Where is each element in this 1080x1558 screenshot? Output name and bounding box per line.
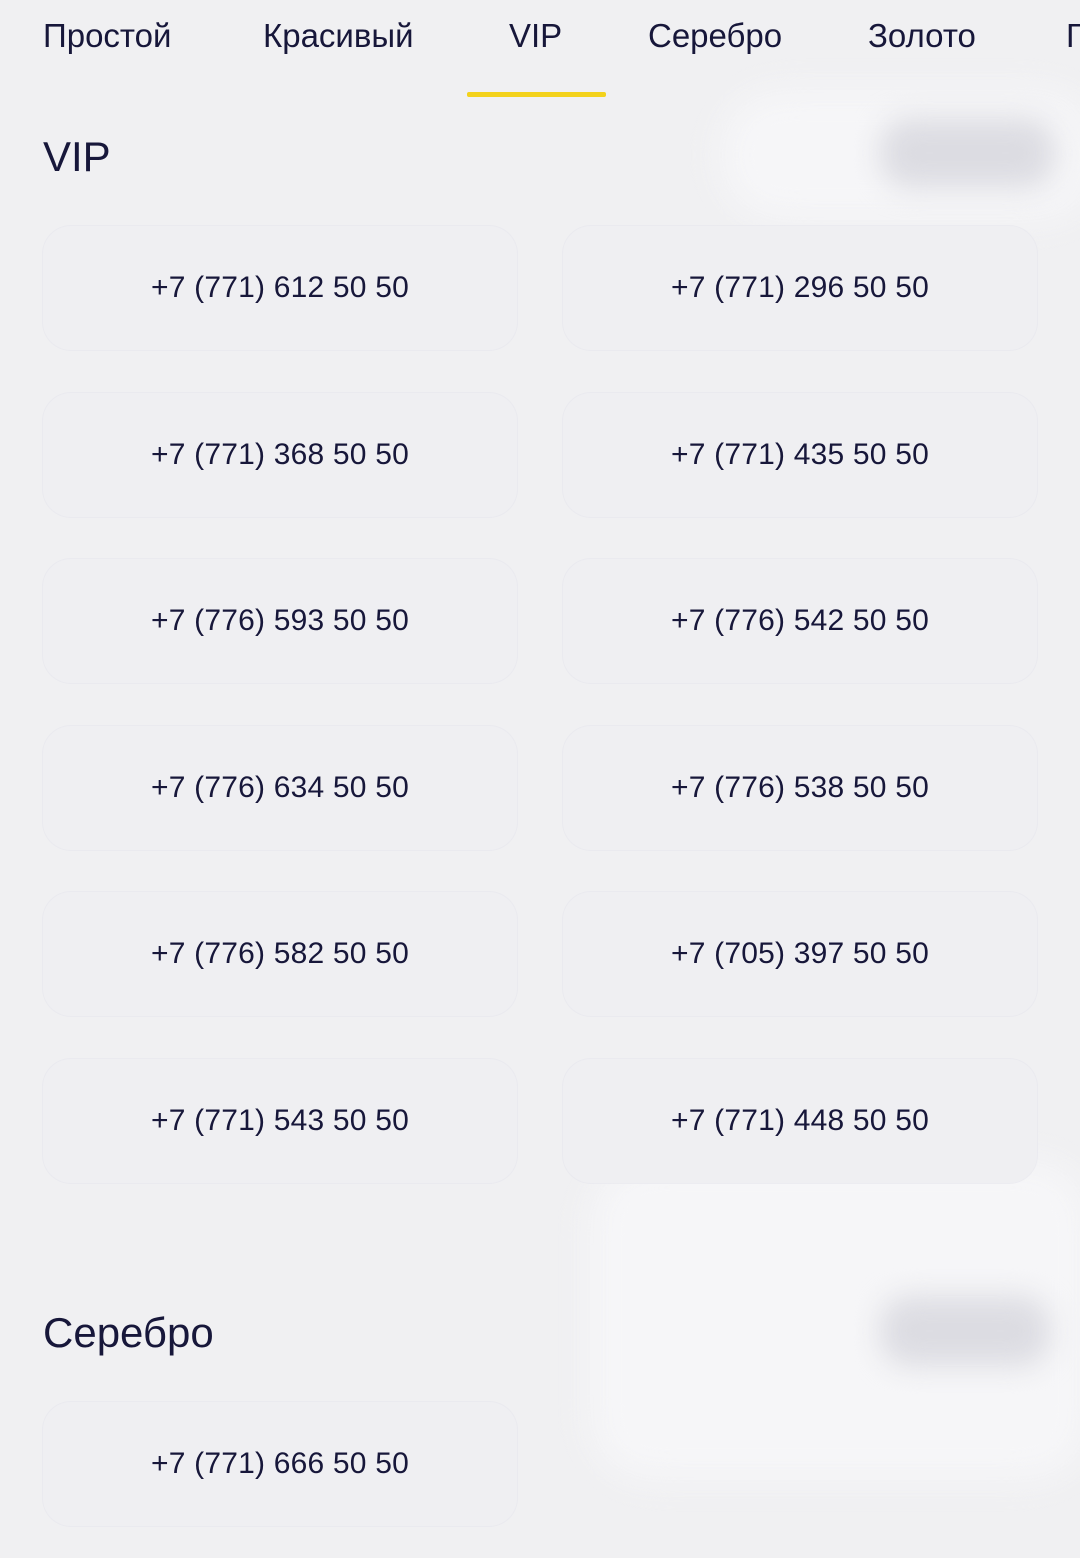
number-card[interactable]: +7 (776) 582 50 50 xyxy=(43,892,517,1016)
phone-number: +7 (776) 634 50 50 xyxy=(151,771,409,804)
blurred-price xyxy=(880,118,1055,188)
number-card[interactable]: +7 (771) 612 50 50 xyxy=(43,226,517,350)
tab-label: Простой xyxy=(43,17,172,54)
section-title-vip: VIP xyxy=(43,133,111,180)
tab-gold[interactable]: Золото xyxy=(868,14,976,98)
tab-label: Красивый xyxy=(263,17,414,54)
tab-bar: Простой Красивый VIP Серебро Золото Г xyxy=(0,0,1080,100)
tab-label: Серебро xyxy=(648,17,783,54)
section-title-silver: Серебро xyxy=(43,1309,214,1356)
tab-more[interactable]: Г xyxy=(1066,14,1080,98)
tab-silver[interactable]: Серебро xyxy=(648,14,782,98)
number-card[interactable]: +7 (771) 296 50 50 xyxy=(563,226,1037,350)
number-card[interactable]: +7 (771) 543 50 50 xyxy=(43,1059,517,1183)
number-card[interactable]: +7 (776) 634 50 50 xyxy=(43,726,517,850)
number-card[interactable]: +7 (776) 593 50 50 xyxy=(43,559,517,683)
tab-label: VIP xyxy=(509,17,563,54)
phone-number: +7 (771) 543 50 50 xyxy=(151,1104,409,1137)
number-card[interactable]: +7 (776) 538 50 50 xyxy=(563,726,1037,850)
phone-number: +7 (771) 666 50 50 xyxy=(151,1447,409,1480)
phone-number: +7 (771) 368 50 50 xyxy=(151,438,409,471)
tab-label: Г xyxy=(1066,17,1080,54)
phone-number: +7 (705) 397 50 50 xyxy=(671,937,929,970)
number-card[interactable]: +7 (776) 542 50 50 xyxy=(563,559,1037,683)
phone-number: +7 (776) 593 50 50 xyxy=(151,604,409,637)
phone-number: +7 (776) 538 50 50 xyxy=(671,771,929,804)
phone-number: +7 (771) 296 50 50 xyxy=(671,271,929,304)
blurred-price xyxy=(880,1296,1050,1366)
phone-number: +7 (771) 448 50 50 xyxy=(671,1104,929,1137)
tab-simple[interactable]: Простой xyxy=(43,14,171,98)
phone-number: +7 (771) 612 50 50 xyxy=(151,271,409,304)
number-card[interactable]: +7 (771) 435 50 50 xyxy=(563,393,1037,517)
tab-label: Золото xyxy=(868,17,976,54)
number-card[interactable]: +7 (771) 666 50 50 xyxy=(43,1402,517,1526)
number-card[interactable]: +7 (771) 368 50 50 xyxy=(43,393,517,517)
tab-vip[interactable]: VIP xyxy=(509,14,562,98)
number-card[interactable]: +7 (771) 448 50 50 xyxy=(563,1059,1037,1183)
tab-beautiful[interactable]: Красивый xyxy=(263,14,414,98)
phone-number: +7 (776) 542 50 50 xyxy=(671,604,929,637)
number-card[interactable]: +7 (705) 397 50 50 xyxy=(563,892,1037,1016)
active-tab-indicator xyxy=(467,92,606,97)
phone-number: +7 (776) 582 50 50 xyxy=(151,937,409,970)
phone-number: +7 (771) 435 50 50 xyxy=(671,438,929,471)
